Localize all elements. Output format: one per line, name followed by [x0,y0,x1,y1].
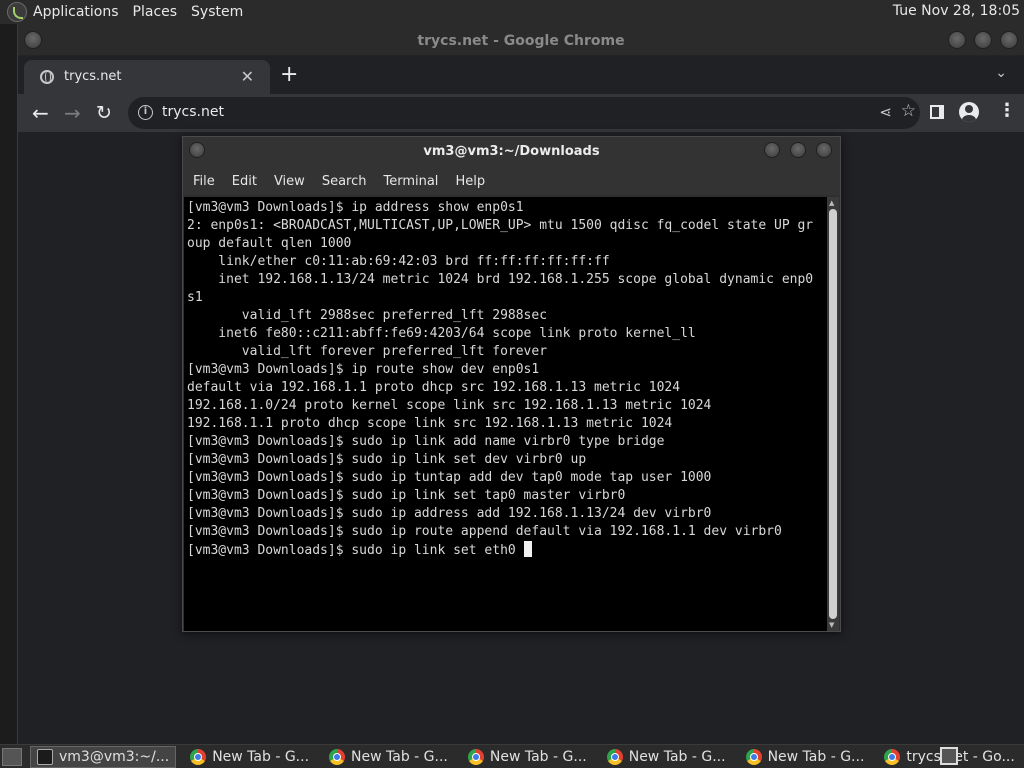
share-icon[interactable]: ⋖ [879,103,892,121]
menu-edit[interactable]: Edit [232,174,257,189]
terminal-line: link/ether c0:11:ab:69:42:03 brd ff:ff:f… [187,254,610,269]
terminal-line: valid_lft forever preferred_lft forever [187,344,548,359]
text-cursor [523,541,532,557]
terminal-line: 192.168.1.0/24 proto kernel scope link s… [187,398,712,413]
terminal-line: [vm3@vm3 Downloads]$ ip address show enp… [187,200,524,215]
scroll-down-icon[interactable]: ▼ [829,621,834,629]
globe-icon [40,70,54,84]
task-label: New Tab - G... [767,748,865,765]
menu-search[interactable]: Search [322,174,367,189]
taskbar-item-chrome[interactable]: New Tab - G... [601,746,732,768]
terminal-line: [vm3@vm3 Downloads]$ sudo ip address add… [187,506,712,521]
maximize-button[interactable] [974,31,992,49]
workspace-switcher-icon[interactable] [940,747,958,765]
terminal-icon [37,748,53,765]
taskbar-item-chrome[interactable]: New Tab - G... [323,746,454,768]
terminal-output[interactable]: [vm3@vm3 Downloads]$ ip address show enp… [184,197,829,631]
terminal-line: [vm3@vm3 Downloads]$ sudo ip tuntap add … [187,470,712,485]
bookmark-star-icon[interactable]: ☆ [901,101,916,121]
terminal-line: valid_lft 2988sec preferred_lft 2988sec [187,308,548,323]
maximize-button[interactable] [790,142,806,158]
task-label: vm3@vm3:~/... [59,748,170,765]
terminal-line: inet6 fe80::c211:abff:fe69:4203/64 scope… [187,326,696,341]
tab-label: trycs.net [64,69,122,84]
show-desktop-button[interactable] [2,747,22,766]
more-menu-icon[interactable]: ⋮ [998,100,1016,121]
terminal-line: [vm3@vm3 Downloads]$ sudo ip link set de… [187,452,587,467]
chrome-icon [884,748,901,765]
minimize-button[interactable] [948,31,966,49]
tab-trycs[interactable]: trycs.net ✕ [24,60,270,94]
clock[interactable]: Tue Nov 28, 18:05 [893,3,1020,19]
side-panel-icon[interactable] [930,105,944,119]
distro-logo-icon[interactable] [7,2,27,22]
menu-view[interactable]: View [274,174,305,189]
close-tab-icon[interactable]: ✕ [241,67,254,86]
window-menu-button[interactable] [24,31,42,49]
terminal-line: 2: enp0s1: <BROADCAST,MULTICAST,UP,LOWER… [187,218,814,233]
scrollbar-thumb[interactable] [829,209,837,619]
bottom-taskbar: vm3@vm3:~/... New Tab - G... New Tab - G… [0,744,1024,768]
address-bar[interactable]: i trycs.net ⋖ ☆ [128,97,920,129]
chrome-icon [606,748,623,765]
terminal-line: s1 [187,290,203,305]
taskbar-item-chrome[interactable]: New Tab - G... [740,746,871,768]
task-label: New Tab - G... [628,748,726,765]
task-label: New Tab - G... [212,748,310,765]
terminal-titlebar[interactable]: vm3@vm3:~/Downloads [183,137,840,167]
close-button[interactable] [1000,31,1018,49]
task-label: New Tab - G... [489,748,587,765]
window-title: trycs.net - Google Chrome [417,33,625,49]
menu-places[interactable]: Places [133,4,178,20]
current-prompt: [vm3@vm3 Downloads]$ sudo ip link set et… [187,543,524,558]
terminal-window: vm3@vm3:~/Downloads File Edit View Searc… [182,136,841,632]
chrome-titlebar[interactable]: trycs.net - Google Chrome [18,24,1024,56]
browser-toolbar: ← → ↻ i trycs.net ⋖ ☆ ⋮ [18,94,1024,132]
menu-system[interactable]: System [191,4,243,20]
window-menu-button[interactable] [189,142,205,158]
terminal-title: vm3@vm3:~/Downloads [423,144,600,159]
terminal-line: oup default qlen 1000 [187,236,352,251]
task-label: New Tab - G... [351,748,448,765]
tab-strip: trycs.net ✕ + ⌄ [18,56,1024,94]
menu-terminal[interactable]: Terminal [383,174,438,189]
profile-avatar-icon[interactable] [959,102,979,122]
terminal-line: default via 192.168.1.1 proto dhcp src 1… [187,380,681,395]
reload-icon[interactable]: ↻ [96,100,112,126]
task-label: trycs.net - Go... [906,748,1015,765]
close-button[interactable] [816,142,832,158]
chrome-icon [190,748,207,765]
chrome-icon [329,748,346,765]
terminal-line: [vm3@vm3 Downloads]$ ip route show dev e… [187,362,540,377]
terminal-line: [vm3@vm3 Downloads]$ sudo ip route appen… [187,524,782,539]
terminal-line: [vm3@vm3 Downloads]$ sudo ip link add na… [187,434,665,449]
menu-applications[interactable]: Applications [33,4,119,20]
menu-help[interactable]: Help [455,174,485,189]
terminal-line: 192.168.1.1 proto dhcp scope link src 19… [187,416,673,431]
taskbar-item-chrome[interactable]: New Tab - G... [462,746,593,768]
terminal-line: inet 192.168.1.13/24 metric 1024 brd 192… [187,272,814,287]
back-arrow-icon[interactable]: ← [32,100,49,126]
terminal-scrollbar[interactable]: ▲ ▼ [827,197,839,631]
taskbar-item-terminal[interactable]: vm3@vm3:~/... [30,745,177,768]
taskbar-item-chrome[interactable]: New Tab - G... [184,746,315,768]
scroll-up-icon[interactable]: ▲ [829,199,834,207]
chrome-icon [745,748,762,765]
menu-file[interactable]: File [193,174,215,189]
minimize-button[interactable] [764,142,780,158]
top-panel: Applications Places System Tue Nov 28, 1… [0,0,1024,24]
new-tab-button[interactable]: + [280,62,298,87]
terminal-prompt-line[interactable]: [vm3@vm3 Downloads]$ sudo ip link set et… [187,541,829,560]
url-text[interactable]: trycs.net [162,104,224,120]
forward-arrow-icon[interactable]: → [64,100,81,126]
terminal-line: [vm3@vm3 Downloads]$ sudo ip link set ta… [187,488,626,503]
terminal-menubar: File Edit View Search Terminal Help [183,167,840,195]
tab-search-chevron-icon[interactable]: ⌄ [995,65,1007,81]
site-info-icon[interactable]: i [138,105,153,120]
chrome-icon [467,748,484,765]
